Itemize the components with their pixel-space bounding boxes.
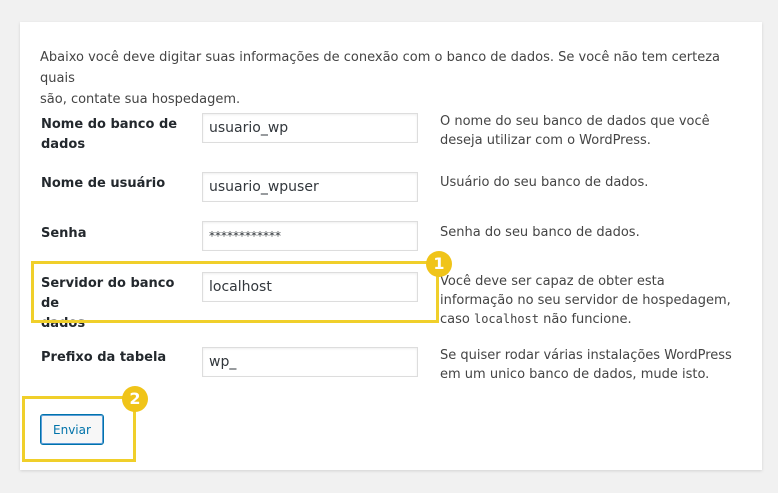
- dbname-label: Nome do banco de dados: [41, 117, 178, 152]
- password-input[interactable]: [202, 221, 418, 251]
- dbhost-description: Você deve ser capaz de obter esta inform…: [440, 274, 731, 327]
- intro-text: Abaixo você deve digitar suas informaçõe…: [40, 47, 740, 110]
- dbname-input[interactable]: [202, 113, 418, 143]
- password-description: Senha do seu banco de dados.: [440, 225, 640, 240]
- username-input[interactable]: [202, 172, 418, 202]
- highlight-box-dbhost: [31, 261, 439, 323]
- prefix-input[interactable]: [202, 347, 418, 377]
- dbname-description: O nome do seu banco de dados que você de…: [440, 114, 710, 148]
- username-label: Nome de usuário: [41, 176, 166, 191]
- step-badge-2: 2: [122, 386, 148, 412]
- step-badge-1: 1: [426, 251, 452, 277]
- highlight-box-submit: [22, 396, 136, 462]
- username-description: Usuário do seu banco de dados.: [440, 175, 649, 190]
- prefix-description: Se quiser rodar várias instalações WordP…: [440, 348, 732, 382]
- prefix-label: Prefixo da tabela: [41, 350, 167, 365]
- password-label: Senha: [41, 226, 87, 241]
- intro-line-1: Abaixo você deve digitar suas informaçõe…: [40, 50, 721, 86]
- intro-line-2: são, contate sua hospedagem.: [40, 92, 241, 107]
- localhost-code: localhost: [473, 312, 540, 326]
